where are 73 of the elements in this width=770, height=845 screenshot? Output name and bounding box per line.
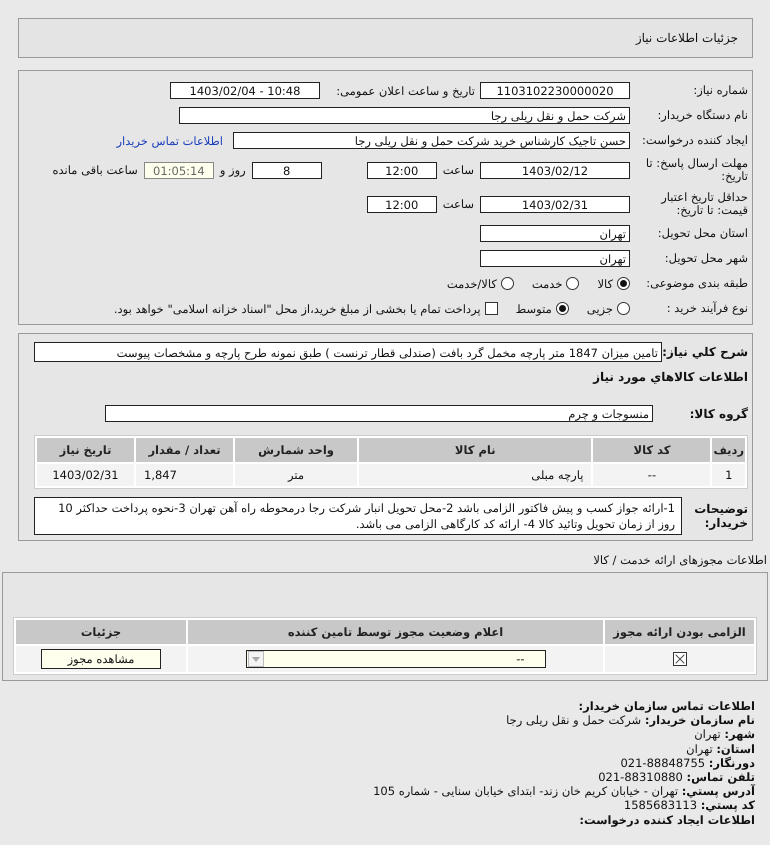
column-header: الزامی بودن ارائه مجوز — [605, 620, 754, 644]
checkbox[interactable] — [672, 652, 686, 666]
radio-label: جزیی — [586, 302, 613, 316]
radio-label: متوسط — [516, 302, 552, 316]
contact-line: اطلاعات ایجاد کننده درخواست: — [578, 812, 755, 827]
radio-button[interactable] — [617, 302, 630, 315]
field-label: شهر محل تحویل: — [664, 252, 748, 265]
column-header: ردیف — [712, 438, 745, 462]
radio-button[interactable] — [500, 277, 514, 290]
column-header: جزئیات — [16, 620, 186, 644]
city-field: تهران — [480, 250, 630, 267]
table-cell: متر — [235, 464, 357, 486]
deadline-date-field: 1403/02/12 — [480, 162, 630, 178]
field-label: شماره نیاز: — [692, 84, 748, 97]
table-cell: پارچه مبلی — [359, 464, 592, 486]
caret-icon — [252, 656, 260, 662]
view-license-button[interactable]: مشاهده مجوز — [41, 649, 161, 669]
checkbox[interactable] — [484, 302, 498, 315]
buyer-contact-link[interactable]: اطلاعات تماس خریدار — [116, 134, 223, 148]
field-label: گروه کالا: — [688, 406, 748, 420]
table-cell: 1403/02/31 — [37, 464, 134, 486]
field-label: ایجاد کننده درخواست: — [641, 134, 748, 147]
table-cell: 1,847 — [136, 464, 233, 486]
contact-line: استان: تهران — [685, 742, 755, 756]
column-header: تعداد / مقدار — [136, 438, 233, 462]
table-cell: -- — [593, 464, 710, 486]
status-dropdown[interactable]: -- — [246, 650, 546, 668]
radio-button[interactable] — [556, 302, 569, 315]
validity-date-field: 1403/02/31 — [480, 196, 630, 212]
field-label: حداقل تاریخ اعتبار قیمت: تا تاریخ: — [660, 191, 748, 217]
column-header: تاریخ نیاز — [37, 438, 134, 462]
deadline-time-field: 12:00 — [366, 162, 437, 178]
contact-line: نام سازمان خریدار: شرکت حمل و نقل ریلی رجا — [505, 713, 755, 728]
radio-button[interactable] — [617, 277, 630, 290]
remaining-label: ساعت باقی مانده — [52, 163, 138, 177]
time-label: ساعت — [442, 163, 474, 177]
section-heading: اطلاعات مجوزهای ارائه خدمت / کالا — [592, 553, 768, 567]
field-label: طبقه بندی موضوعی: — [645, 277, 748, 290]
days-label: روز و — [220, 163, 246, 177]
radio-label: خدمت — [532, 276, 562, 290]
checkbox-label: پرداخت تمام یا بخشی از مبلغ خرید،از محل "اسناد خزانه اسلامی" خواهد بود. — [114, 302, 481, 316]
field-label: توضیحات خریدار: — [693, 502, 748, 530]
contact-line: شهر: تهران — [693, 727, 755, 742]
field-label: استان محل تحویل: — [656, 227, 748, 240]
province-field: تهران — [480, 225, 630, 242]
column-header: اعلام وضعیت مجوز توسط تامین کننده — [188, 620, 603, 644]
requester-field: حسن تاجیک کارشناس خرید شرکت حمل و نقل ریلی رجا — [233, 132, 630, 149]
radio-button[interactable] — [566, 277, 580, 290]
field-label: شرح كلي نياز: — [662, 345, 748, 359]
table-cell: 1 — [712, 464, 745, 486]
section-heading: اطلاعات كالاهاي مورد نياز — [592, 370, 748, 384]
contact-line: آدرس پستي: تهران - خیابان کریم خان زند- ابتدای خیابان سنایی - شماره 105 — [372, 784, 755, 798]
remaining-time-field: 01:05:14 — [144, 162, 214, 178]
field-label: مهلت ارسال پاسخ: تا تاریخ: — [644, 157, 748, 183]
radio-label: کالا — [597, 276, 613, 290]
days-field: 8 — [252, 162, 322, 178]
field-label: تاریخ و ساعت اعلان عمومی: — [335, 84, 475, 98]
buyer-notes-field: 1-ارائه جواز کسب و پیش فاکتور الزامی باشد 2-محل تحویل انبار شرکت رجا درمحوطه راه آهن تهران 3-نحوه پرداخت حداکثر 10 روز از زمان تحویل وتائید کالا 4- ارائه کد کارگاهی الزامی می باشد. — [34, 497, 682, 535]
contact-line: اطلاعات تماس سازمان خریدار: — [577, 699, 755, 714]
need-number-field: 1103102230000020 — [480, 82, 630, 99]
description-field: تامین میزان 1847 متر پارچه مخمل گرد بافت (صندلی قطار ترنست ) طبق نمونه طرح پارچه و مشخصات پیوست — [34, 342, 662, 362]
column-header: نام کالا — [359, 438, 592, 462]
validity-time-field: 12:00 — [366, 196, 437, 212]
announce-date-field: 1403/02/04 - 10:48 — [170, 82, 320, 99]
field-label: نام دستگاه خریدار: — [656, 109, 748, 122]
time-label: ساعت — [442, 197, 474, 211]
goods-group-field: منسوجات و چرم — [105, 405, 653, 422]
radio-label: کالا/خدمت — [446, 276, 497, 290]
buyer-name-field: شرکت حمل و نقل ریلی رجا — [179, 107, 630, 124]
field-label: نوع فرآیند خرید : — [666, 302, 748, 315]
page-title: جزئیات اطلاعات نیاز — [636, 31, 738, 45]
column-header: کد کالا — [593, 438, 710, 462]
column-header: واحد شمارش — [235, 438, 357, 462]
